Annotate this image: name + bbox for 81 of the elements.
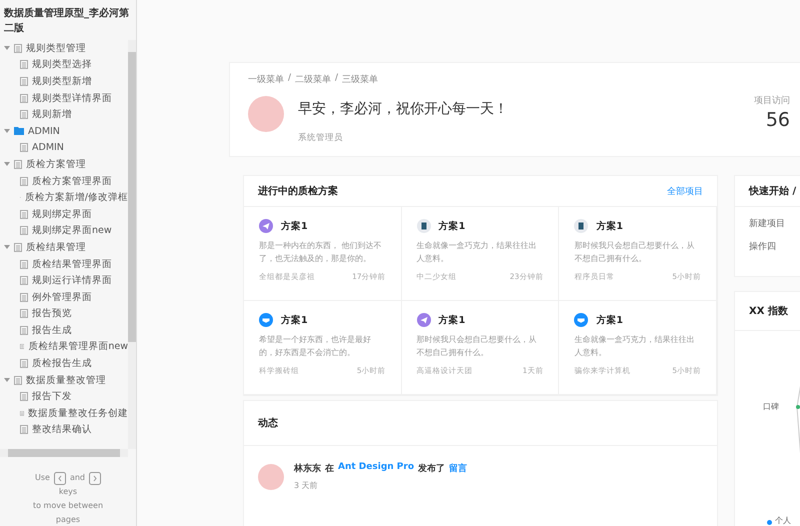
breadcrumb-item[interactable]: 一级菜单 (248, 73, 284, 86)
stat-value: 56 (764, 109, 790, 131)
tree-item[interactable]: 规则类型选择 (0, 56, 128, 74)
tree-item[interactable]: 整改结果确认 (0, 422, 128, 438)
project-name: 方案1 (596, 220, 623, 232)
chat-bubble-icon (259, 313, 273, 327)
hint-text: Use (34, 472, 50, 484)
user-name: 林东东 (294, 462, 321, 475)
tree-item[interactable]: 质检结果管理界面new (0, 338, 128, 356)
project-description: 那时候我只会想自己想要什么，从不想自己拥有什么。 (574, 240, 696, 265)
project-description: 那是一种内在的东西， 他们到达不了，也无法触及的，那是你的。 (259, 240, 383, 265)
breadcrumb-separator: / (335, 73, 338, 85)
tree-item[interactable]: 质检方案管理 (0, 156, 128, 173)
axis-label: 口碑 (763, 401, 779, 412)
tree-item[interactable]: 规则类型管理 (0, 40, 128, 57)
scrollbar[interactable] (128, 40, 136, 449)
tree-item[interactable]: 质检方案管理界面 (0, 172, 128, 190)
project-name: 方案1 (438, 220, 466, 232)
tree-item[interactable]: ADMIN (0, 140, 128, 156)
hint-text: keys (58, 486, 78, 498)
caret-icon[interactable] (4, 128, 10, 134)
role-text: 系统管理员 (298, 132, 344, 144)
breadcrumb-item[interactable]: 二级菜单 (295, 73, 332, 86)
tree-item[interactable]: ADMIN (0, 122, 128, 140)
folder-icon (14, 127, 24, 136)
hint-text: to move between pages (32, 500, 104, 526)
stat-label: 项目访问 (753, 94, 790, 107)
tree-item[interactable]: 规则绑定界面 (0, 206, 128, 223)
tree-item[interactable]: 报告预览 (0, 306, 128, 322)
project-description: 那时候我只会想自己想要什么，从不想自己拥有什么。 (416, 334, 538, 359)
tree-item[interactable]: 报告生成 (0, 322, 128, 339)
tree-item[interactable]: 质检报告生成 (0, 355, 128, 372)
tree-item[interactable]: 数据质量整改任务创建 (0, 405, 128, 422)
tree-item[interactable]: 数据质量整改管理 (0, 372, 128, 388)
greeting-text: 早安，李必河，祝你开心每一天！ (298, 100, 509, 118)
right-key-icon (89, 472, 101, 484)
breadcrumb-separator: / (288, 73, 292, 85)
quick-link[interactable]: 操作四 (749, 242, 776, 252)
project-description: 希望是一个好东西，也许是最好的，好东西是不会消亡的。 (259, 334, 372, 359)
paper-plane-icon (416, 313, 431, 327)
time-text: 3 天前 (294, 480, 319, 491)
card-title: 动态 (258, 416, 278, 430)
tree-item[interactable]: 规则类型详情界面 (0, 90, 128, 106)
caret-icon[interactable] (4, 377, 10, 384)
tree-item[interactable]: 质检结果管理界面 (0, 256, 128, 272)
tree-item[interactable]: 规则类型新增 (0, 73, 128, 90)
activity-text: 发布了 (418, 462, 446, 475)
project-name: 方案1 (281, 220, 308, 232)
card-title: 快速开始 / (749, 184, 796, 198)
card-title: XX 指数 (749, 304, 788, 318)
book-icon (574, 219, 588, 233)
project-name: 方案1 (438, 314, 466, 326)
project-title: 数据质量管理原型_李必河第二版 (2, 6, 130, 36)
caret-icon[interactable] (4, 45, 10, 52)
caret-icon[interactable] (4, 161, 10, 168)
avatar (258, 464, 284, 490)
tree-item[interactable]: 质检结果管理 (0, 239, 128, 256)
quick-link[interactable]: 新建项目 (749, 219, 785, 229)
paper-plane-icon (259, 219, 273, 233)
tree-item[interactable]: 规则绑定界面new (0, 222, 128, 240)
horizontal-scrollbar[interactable] (0, 449, 128, 457)
left-key-icon (54, 472, 66, 484)
avatar (248, 96, 284, 132)
book-icon (416, 219, 431, 233)
tree-item[interactable]: 例外管理界面 (0, 288, 128, 306)
project-name: 方案1 (596, 314, 623, 326)
legend-dot-icon (767, 520, 772, 525)
legend-label: 个人 (775, 515, 791, 526)
card-title: 进行中的质检方案 (258, 184, 338, 198)
hint-text: and (70, 472, 85, 484)
chat-bubble-icon (574, 313, 588, 327)
tree-item[interactable]: 规则新增 (0, 106, 128, 123)
activity-text: 在 (325, 462, 334, 475)
tree-item[interactable]: 规则运行详情界面 (0, 272, 128, 289)
tree-item[interactable]: 报告下发 (0, 388, 128, 406)
breadcrumb-item[interactable]: 三级菜单 (342, 73, 378, 86)
project-description: 生命就像一盒巧克力，结果往往出人意料。 (416, 240, 538, 265)
caret-icon[interactable] (4, 244, 10, 250)
project-name: 方案1 (281, 314, 308, 326)
tree-item[interactable]: 质检方案新增/修改弹框 (0, 189, 128, 206)
project-description: 生命就像一盒巧克力，结果往往出人意料。 (574, 334, 696, 359)
